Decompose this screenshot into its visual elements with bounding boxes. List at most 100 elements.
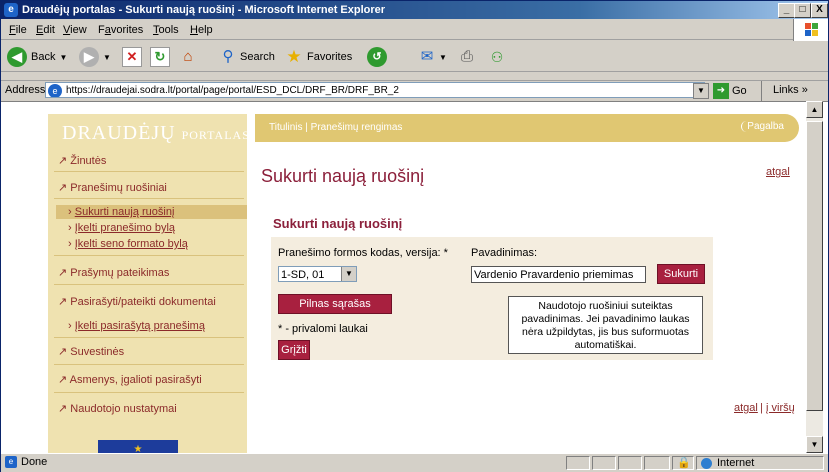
page-content: DRAUDĖJŲ PORTALAS ↗ Žinutės ↗ Pranešimų … — [1, 101, 828, 454]
mail-button[interactable]: ✉ ▼ — [417, 46, 447, 68]
menu-edit[interactable]: Edit — [36, 24, 55, 36]
divider — [54, 392, 244, 393]
create-button[interactable]: Sukurti — [657, 264, 705, 284]
chevron-down-icon: ▼ — [341, 267, 356, 281]
home-button[interactable]: ⌂ — [178, 46, 198, 68]
name-label: Pavadinimas: — [471, 247, 538, 259]
form-code-label: Pranešimo formos kodas, versija: * — [278, 247, 448, 259]
return-button[interactable]: Grįžti — [278, 340, 310, 360]
help-link[interactable]: Pagalba — [741, 121, 789, 132]
form-code-select[interactable]: 1-SD, 01 ▼ — [278, 266, 357, 282]
status-segment — [644, 456, 670, 470]
menu-bar: File Edit View Favorites Tools Help — [1, 21, 828, 40]
star-icon: ★ — [286, 47, 302, 66]
sidebar-item-ikelti-pasirasyta-pranesima[interactable]: › Įkelti pasirašytą pranešimą — [68, 320, 205, 332]
address-dropdown-button[interactable]: ▼ — [693, 83, 709, 99]
back-button[interactable]: ◀ Back ▼ — [7, 46, 67, 68]
ie-logo-icon: e — [4, 3, 18, 17]
status-text: Done — [21, 456, 48, 468]
title-bar: e Draudėjų portalas - Sukurti naują ruoš… — [1, 1, 828, 19]
stop-button[interactable]: ✕ — [122, 46, 142, 68]
history-button[interactable]: ↺ — [367, 46, 387, 68]
portal-logo: DRAUDĖJŲ PORTALAS — [62, 122, 250, 144]
divider — [54, 198, 244, 199]
bottom-back-link[interactable]: atgal — [734, 402, 758, 414]
menu-file[interactable]: File — [9, 24, 27, 36]
divider — [54, 171, 244, 172]
form-title: Sukurti naują ruošinį — [273, 216, 403, 231]
sidebar-item-ikelti-seno-formato-byla[interactable]: › Įkelti seno formato bylą — [68, 238, 188, 250]
sidebar-item-prasymu-pateikimas[interactable]: ↗ Prašymų pateikimas — [58, 266, 169, 279]
address-input[interactable]: e https://draudejai.sodra.lt/portal/page… — [45, 82, 705, 98]
go-button[interactable]: ➜ Go — [713, 82, 747, 100]
required-note: * - privalomi laukai — [278, 323, 368, 335]
print-button[interactable]: ⎙ — [457, 46, 477, 68]
sidebar-item-ikelti-pranesimo-byla[interactable]: › Įkelti pranešimo bylą — [68, 222, 175, 234]
refresh-button[interactable]: ↻ — [150, 46, 170, 68]
windows-logo-icon — [793, 19, 828, 41]
window-title: Draudėjų portalas - Sukurti naują ruošin… — [22, 4, 386, 16]
vertical-scrollbar[interactable]: ▲ ▼ — [806, 101, 823, 453]
menu-favorites[interactable]: Favorites — [98, 24, 143, 36]
breadcrumb[interactable]: Titulinis | Pranešimų rengimas — [269, 122, 402, 133]
back-arrow-icon: ◀ — [7, 47, 27, 67]
sidebar: DRAUDĖJŲ PORTALAS ↗ Žinutės ↗ Pranešimų … — [48, 114, 250, 454]
status-segment — [592, 456, 616, 470]
page-icon: e — [48, 84, 62, 97]
divider — [761, 81, 762, 101]
history-icon: ↺ — [367, 47, 387, 67]
messenger-button[interactable]: ⚇ — [487, 46, 507, 68]
sidebar-item-asmenys-igalioti[interactable]: ↗ Asmenys, įgalioti pasirašyti — [58, 373, 202, 386]
search-button[interactable]: ⚲ Search — [219, 46, 275, 68]
close-button[interactable]: X — [811, 3, 828, 18]
header-band: Titulinis | Pranešimų rengimas Pagalba — [255, 114, 799, 142]
globe-icon — [701, 458, 712, 469]
toolbar: ◀ Back ▼ ▶ ▼ ✕ ↻ ⌂ ⚲ Search ★ Favorites … — [1, 41, 828, 72]
maximize-button[interactable]: □ — [794, 3, 811, 18]
dropdown-arrow-icon: ▼ — [439, 52, 447, 62]
page-done-icon: e — [5, 456, 17, 468]
divider — [54, 337, 244, 338]
sidebar-item-sukurti-nauja-ruosini[interactable]: › Sukurti naują ruošinį — [68, 206, 174, 218]
menu-tools[interactable]: Tools — [153, 24, 179, 36]
back-link[interactable]: atgal — [766, 166, 790, 178]
status-bar: e Done 🔒 Internet — [1, 453, 828, 472]
scroll-up-button[interactable]: ▲ — [806, 101, 823, 118]
status-segment — [618, 456, 642, 470]
forward-arrow-icon: ▶ — [79, 47, 99, 67]
menu-help[interactable]: Help — [190, 24, 213, 36]
full-list-button[interactable]: Pilnas sąrašas — [278, 294, 392, 314]
sidebar-item-suvestines[interactable]: ↗ Suvestinės — [58, 345, 124, 358]
sidebar-item-zinutes[interactable]: ↗ Žinutės — [58, 154, 106, 167]
sidebar-item-naudotojo-nustatymai[interactable]: ↗ Naudotojo nustatymai — [58, 402, 177, 415]
scroll-down-button[interactable]: ▼ — [806, 436, 823, 453]
sidebar-item-pasirasyti-dokumentai[interactable]: ↗ Pasirašyti/pateikti dokumentai — [58, 295, 216, 308]
zone-segment: Internet — [696, 456, 824, 470]
messenger-icon: ⚇ — [490, 49, 504, 65]
menu-view[interactable]: View — [63, 24, 87, 36]
refresh-icon: ↻ — [150, 47, 170, 67]
forward-button[interactable]: ▶ ▼ — [79, 46, 111, 68]
minimize-button[interactable]: _ — [778, 3, 795, 18]
divider — [54, 284, 244, 285]
stop-icon: ✕ — [122, 47, 142, 67]
eu-flag-icon: ★ — [98, 440, 178, 454]
to-top-link[interactable]: į viršų — [766, 402, 795, 414]
sidebar-item-pranesimu-ruosiniai[interactable]: ↗ Pranešimų ruošiniai — [58, 181, 167, 194]
go-arrow-icon: ➜ — [713, 83, 729, 99]
links-button[interactable]: Links » — [773, 84, 808, 96]
security-segment: 🔒 — [672, 456, 694, 470]
divider — [54, 255, 244, 256]
name-tooltip: Naudotojo ruošiniui suteiktas pavadinima… — [508, 296, 703, 354]
browser-window: e Draudėjų portalas - Sukurti naują ruoš… — [0, 0, 829, 472]
favorites-button[interactable]: ★ Favorites — [284, 46, 352, 68]
toolbar-divider — [1, 72, 828, 81]
page-title: Sukurti naują ruošinį — [261, 166, 425, 186]
search-icon: ⚲ — [222, 48, 234, 65]
home-icon: ⌂ — [183, 48, 193, 65]
print-icon: ⎙ — [460, 48, 473, 65]
name-input[interactable]: Vardenio Pravardenio priemimas — [471, 266, 646, 283]
status-segment — [566, 456, 590, 470]
mail-icon: ✉ — [420, 48, 434, 65]
scroll-thumb[interactable] — [806, 121, 823, 411]
